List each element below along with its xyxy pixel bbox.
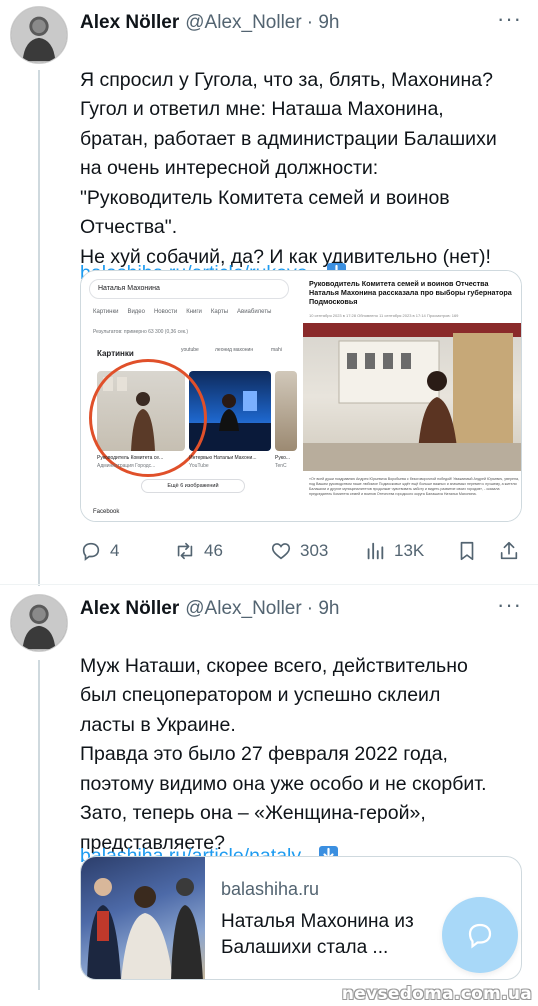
facebook-result: Facebook: [93, 509, 120, 515]
share-icon: [500, 541, 518, 560]
search-tab: Карты: [210, 309, 229, 315]
image-caption: Руко...: [275, 455, 291, 461]
more-options-icon[interactable]: ···: [497, 592, 522, 618]
views-count: 13K: [394, 541, 425, 560]
search-tab: Картинки: [93, 309, 119, 315]
compose-reply-fab[interactable]: [442, 897, 518, 973]
card-image: [81, 857, 205, 979]
tweet-divider: [0, 584, 538, 585]
chip: леонид махонин: [215, 347, 254, 353]
author-handle[interactable]: @Alex_Noller: [185, 12, 301, 34]
tweet-header: Alex Nöller @Alex_Noller · 9h: [80, 8, 339, 38]
chat-bubble-icon: [468, 923, 492, 949]
search-tab: Книги: [186, 309, 202, 315]
search-box: Наталья Махонина: [89, 279, 289, 299]
thread-line: [38, 70, 40, 586]
avatar-image: [11, 7, 67, 63]
bookmark-icon: [460, 541, 474, 561]
tweet-actions: 4 46 303 13K: [80, 538, 530, 564]
image-source: TenC: [275, 463, 287, 469]
avatar[interactable]: [10, 6, 68, 64]
news-photo: [303, 323, 521, 471]
bookmark-button[interactable]: [456, 540, 478, 562]
image-source: YouTube: [189, 463, 209, 469]
image-thumb: [275, 371, 297, 451]
image-caption: Руководитель Комитета се...: [97, 455, 164, 461]
tweet-media[interactable]: Наталья Махонина Картинки Видео Новости …: [80, 270, 522, 522]
results-count: Результатов: примерно 63 300 (0,36 сек.): [93, 329, 189, 335]
like-button[interactable]: 303: [270, 540, 328, 562]
author-name[interactable]: Alex Nöller: [80, 12, 179, 34]
more-options-icon[interactable]: ···: [497, 6, 522, 32]
avatar[interactable]: [10, 594, 68, 652]
news-body: «От всей души поздравляю Андрея Юрьевича…: [309, 477, 519, 496]
watermark: nevsedoma.com.ua: [341, 984, 532, 1004]
tweet-header: Alex Nöller @Alex_Noller · 9h: [80, 594, 339, 624]
author-name[interactable]: Alex Nöller: [80, 598, 179, 620]
search-tab: Новости: [153, 309, 178, 315]
thread-line: [38, 660, 40, 990]
tweet-time[interactable]: · 9h: [307, 598, 340, 620]
more-images-button: Ещё 6 изображений: [141, 479, 245, 493]
retweet-button[interactable]: 46: [174, 540, 223, 562]
share-button[interactable]: [498, 540, 520, 562]
retweet-count: 46: [204, 541, 223, 560]
card-title: Наталья Махонина из Балашихи стала ...: [221, 911, 414, 958]
reply-button[interactable]: 4: [80, 540, 119, 562]
card-domain: balashiha.ru: [221, 879, 320, 899]
avatar-image: [11, 595, 67, 651]
images-label: Картинки: [97, 349, 134, 358]
image-source: Администрация Городс...: [97, 463, 156, 469]
like-count: 303: [300, 541, 329, 560]
chip: mahi: [271, 347, 282, 353]
news-article-screenshot: Руководитель Комитета семей и воинов Отч…: [303, 271, 521, 521]
news-title: Руководитель Комитета семей и воинов Отч…: [309, 279, 512, 306]
heart-icon: [271, 543, 291, 560]
news-meta: 10 сентября 2023 в 17:28 Обновлено 11 се…: [309, 313, 459, 318]
retweet-icon: [177, 542, 193, 560]
chip: youtube: [181, 347, 199, 353]
search-tab: Видео: [127, 309, 145, 315]
tweet-time[interactable]: · 9h: [307, 12, 340, 34]
image-caption: Интервью Натальи Махони...: [189, 455, 257, 461]
views-icon: [367, 542, 384, 560]
views-button[interactable]: 13K: [364, 540, 424, 562]
google-search-screenshot: Наталья Махонина Картинки Видео Новости …: [81, 271, 297, 521]
search-tab: Авиабилеты: [237, 309, 272, 315]
reply-count: 4: [110, 541, 120, 560]
reply-icon: [82, 542, 100, 561]
author-handle[interactable]: @Alex_Noller: [185, 598, 301, 620]
search-tabs: Картинки Видео Новости Книги Карты Авиаб…: [93, 309, 271, 315]
